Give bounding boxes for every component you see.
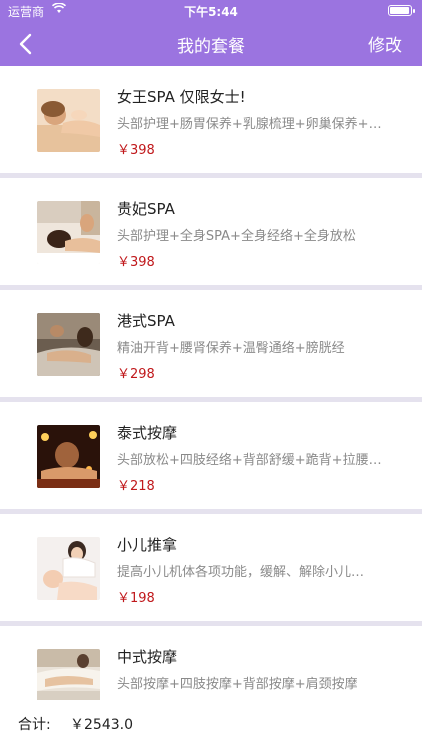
package-item[interactable]: 港式SPA 精油开背+腰肾保养+温臀通络+膀胱经 ￥298: [0, 290, 422, 402]
total-label: 合计:: [18, 717, 51, 733]
package-name: 小儿推拿: [117, 536, 178, 554]
status-time: 下午5:44: [184, 5, 238, 19]
my-packages-screen: 运营商 下午5:44 我的套餐 修改 女王SPA 仅限女士! 头部护理+肠胃保养…: [0, 0, 422, 750]
package-description: 头部按摩+四肢按摩+背部按摩+肩颈按摩: [117, 677, 358, 692]
package-item[interactable]: 中式按摩 头部按摩+四肢按摩+背部按摩+肩颈按摩: [0, 626, 422, 700]
total-amount: ￥2543.0: [70, 717, 133, 733]
top-bar: 运营商 下午5:44 我的套餐 修改: [0, 0, 422, 66]
package-price: ￥298: [117, 367, 155, 382]
navigation-bar: 我的套餐 修改: [0, 22, 422, 66]
package-description: 头部放松+四肢经络+背部舒缓+跪背+拉腰…: [117, 453, 382, 468]
package-description: 精油开背+腰肾保养+温臀通络+膀胱经: [117, 341, 345, 356]
package-price: ￥218: [117, 479, 155, 494]
package-list: 女王SPA 仅限女士! 头部护理+肠胃保养+乳腺梳理+卵巢保养+… ￥398 贵…: [0, 66, 422, 700]
footer-bar: 合计: ￥2543.0: [0, 700, 422, 750]
package-image-child-massage: [37, 537, 100, 600]
battery-icon: [388, 5, 415, 16]
package-item[interactable]: 女王SPA 仅限女士! 头部护理+肠胃保养+乳腺梳理+卵巢保养+… ￥398: [0, 66, 422, 178]
package-name: 港式SPA: [117, 312, 175, 330]
package-item[interactable]: 贵妃SPA 头部护理+全身SPA+全身经络+全身放松 ￥398: [0, 178, 422, 290]
package-image-queen-spa: [37, 89, 100, 152]
package-description: 头部护理+全身SPA+全身经络+全身放松: [117, 229, 356, 244]
edit-button[interactable]: 修改: [368, 31, 402, 56]
package-item[interactable]: 泰式按摩 头部放松+四肢经络+背部舒缓+跪背+拉腰… ￥218: [0, 402, 422, 514]
package-image-chinese-massage: [37, 649, 100, 700]
package-name: 女王SPA 仅限女士!: [117, 88, 246, 106]
package-image-thai-massage: [37, 425, 100, 488]
package-description: 头部护理+肠胃保养+乳腺梳理+卵巢保养+…: [117, 117, 382, 132]
package-price: ￥198: [117, 591, 155, 606]
package-image-hk-spa: [37, 313, 100, 376]
package-name: 中式按摩: [117, 648, 178, 666]
package-image-consort-spa: [37, 201, 100, 264]
page-title: 我的套餐: [177, 37, 245, 57]
package-price: ￥398: [117, 143, 155, 158]
package-item[interactable]: 小儿推拿 提高小儿机体各项功能，缓解、解除小儿… ￥198: [0, 514, 422, 626]
package-description: 提高小儿机体各项功能，缓解、解除小儿…: [117, 565, 365, 580]
package-price: ￥398: [117, 255, 155, 270]
package-name: 贵妃SPA: [117, 200, 175, 218]
package-name: 泰式按摩: [117, 424, 178, 442]
status-bar: 运营商 下午5:44: [0, 0, 422, 22]
